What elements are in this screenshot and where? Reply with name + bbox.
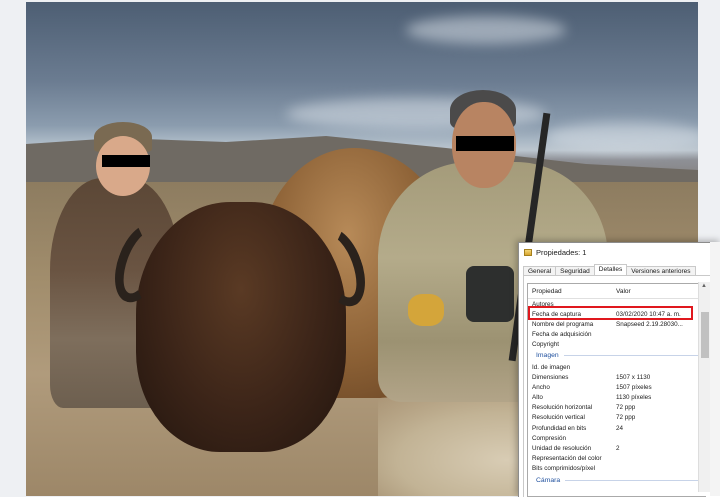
scroll-up-icon[interactable]: ▲ [701,283,707,289]
yellow-glove [408,294,444,326]
property-value: Snapseed 2.19.28030... [616,320,683,328]
property-name: Resolución horizontal [532,404,593,412]
list-row[interactable]: Representación del color [528,454,706,464]
censor-bar-woman [102,155,150,167]
list-header: Propiedad Valor [528,284,706,299]
section-divider [563,355,706,357]
section-header-imagen: Imagen [528,350,706,362]
property-name: Representación del color [532,455,602,463]
property-value: 72 ppp [616,404,636,412]
list-row[interactable]: Fecha de adquisición [528,330,706,340]
property-name: Copyright [532,341,559,349]
dialog-titlebar: Propiedades: 1 ✕ [519,243,720,261]
column-header-property[interactable]: Propiedad [528,288,612,295]
property-name: Compresión [532,434,566,442]
property-name: Bits comprimidos/píxel [532,465,595,473]
property-name: Alto [532,394,543,402]
property-value: 1130 píxeles [616,394,652,402]
section-header-camara: Cámara [528,474,706,486]
property-name: Nombre del programa [532,320,594,328]
section-divider [565,479,706,481]
list-row[interactable]: Profundidad en bits 24 [528,423,706,433]
binoculars [466,266,514,322]
property-value: 72 ppp [616,414,636,422]
property-value: 24 [616,424,624,432]
property-name: Fecha de adquisición [532,331,592,339]
bison-head [136,202,346,452]
property-value: 1507 x 1130 [616,373,651,381]
property-name: Ancho [532,383,550,391]
list-row[interactable]: Ancho 1507 píxeles [528,382,706,392]
cloud [406,16,566,44]
list-row[interactable]: Compresión [528,433,706,443]
property-name: Unidad de resolución [532,445,592,453]
scrollbar-thumb[interactable] [701,312,709,358]
property-value: 1507 píxeles [616,383,652,391]
section-label: Cámara [536,476,561,484]
list-row[interactable]: Dimensiones 1507 x 1130 [528,372,706,382]
properties-dialog: Propiedades: 1 ✕ General Seguridad Detal… [518,242,720,497]
censor-bar-man [456,136,514,151]
list-row[interactable]: Alto 1130 píxeles [528,393,706,403]
section-label: Imagen [536,352,559,360]
list-row[interactable]: Copyright [528,340,706,350]
list-row[interactable]: Unidad de resolución 2 [528,443,706,453]
list-row[interactable]: Resolución vertical 72 ppp [528,413,706,423]
list-row[interactable]: Resolución horizontal 72 ppp [528,403,706,413]
folder-icon [524,248,532,256]
property-name: Resolución vertical [532,414,585,422]
dialog-edge [710,242,720,496]
dialog-title: Propiedades: 1 [536,247,587,257]
list-row[interactable]: Id. de imagen [528,362,706,372]
column-header-value[interactable]: Valor [612,288,706,295]
list-row[interactable]: Bits comprimidos/píxel [528,464,706,474]
property-name: Id. de imagen [532,363,571,371]
property-name: Dimensiones [532,373,569,381]
property-value: 2 [616,445,620,453]
property-name: Profundidad en bits [532,424,587,432]
capture-date-highlight-box [528,306,693,320]
rows-image: Id. de imagen Dimensiones 1507 x 1130 Anc… [528,362,706,474]
list-row[interactable]: Nombre del programa Snapseed 2.19.28030..… [528,319,706,329]
